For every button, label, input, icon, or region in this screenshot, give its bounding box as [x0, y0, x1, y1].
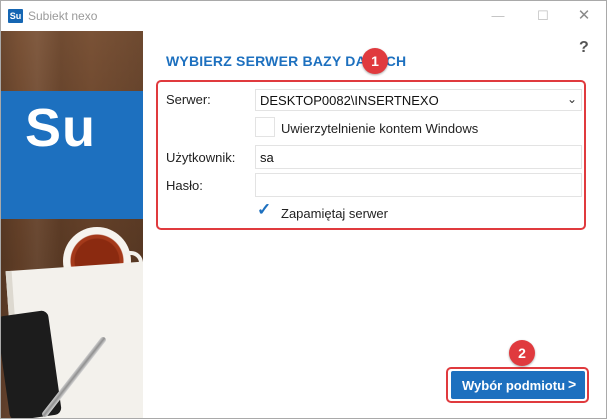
password-label: Hasło:: [166, 178, 203, 193]
brand-logo-box: Su: [1, 91, 143, 219]
chevron-right-icon: >: [568, 376, 577, 392]
server-select-value: DESKTOP0082\INSERTNEXO: [260, 93, 439, 108]
user-label: Użytkownik:: [166, 150, 236, 165]
close-button[interactable]: ✕: [569, 5, 599, 27]
title-bar: Su Subiekt nexo — ☐ ✕: [1, 1, 606, 31]
windows-auth-label: Uwierzytelnienie kontem Windows: [281, 121, 479, 136]
checkmark-icon: ✓: [257, 200, 272, 219]
brand-logo-text: Su: [25, 98, 97, 158]
annotation-badge-1: 1: [362, 48, 388, 74]
app-icon: Su: [8, 9, 23, 23]
annotation-badge-2: 2: [509, 340, 535, 366]
remember-server-label: Zapamiętaj serwer: [281, 206, 388, 221]
remember-server-checkbox[interactable]: ✓: [255, 200, 275, 222]
select-company-button[interactable]: Wybór podmiotu: [451, 371, 585, 399]
login-window: Su Subiekt nexo — ☐ ✕ Su ? WYBIERZ SERWE…: [0, 0, 607, 419]
minimize-button[interactable]: —: [483, 5, 513, 27]
password-input[interactable]: [255, 173, 582, 197]
server-select[interactable]: DESKTOP0082\INSERTNEXO ⌄: [255, 89, 582, 111]
user-input[interactable]: [255, 145, 582, 169]
side-banner: Su: [1, 31, 143, 418]
chevron-down-icon: ⌄: [566, 92, 577, 106]
window-title: Subiekt nexo: [28, 9, 98, 23]
server-label: Serwer:: [166, 92, 211, 107]
maximize-button[interactable]: ☐: [528, 5, 558, 27]
windows-auth-checkbox[interactable]: [255, 117, 275, 137]
help-icon[interactable]: ?: [579, 39, 589, 57]
